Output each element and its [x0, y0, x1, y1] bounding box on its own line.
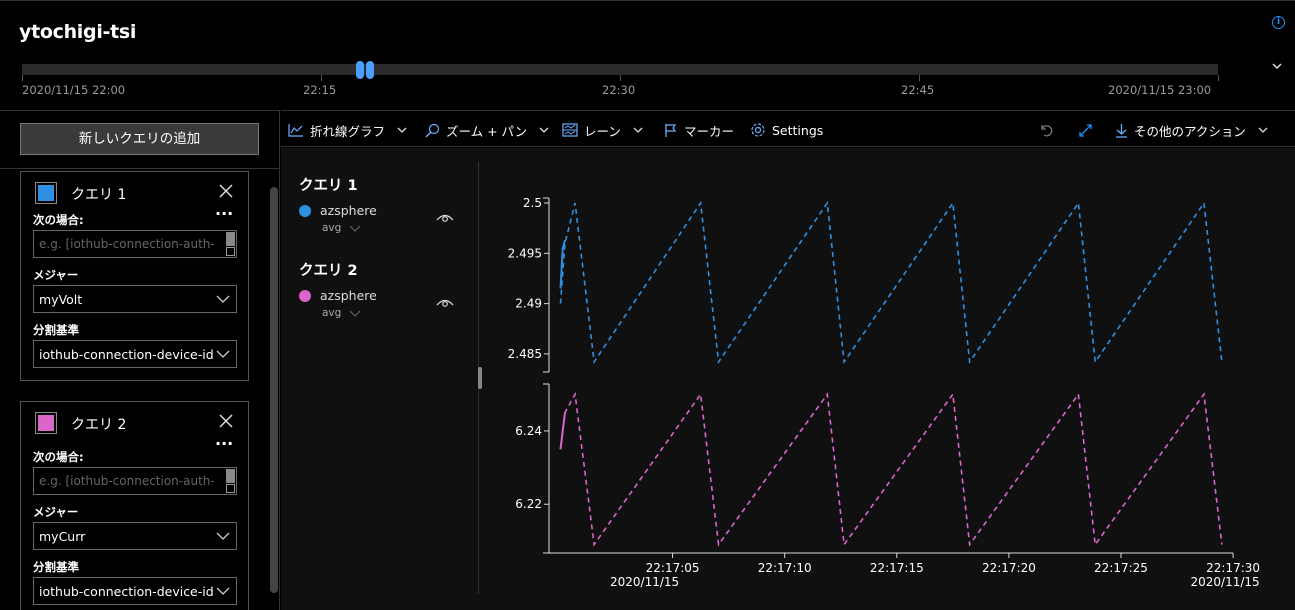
series-line-azsphere — [559, 391, 1223, 547]
split-by-select[interactable]: iothub-connection-device-id — [33, 577, 237, 605]
expand-icon — [1079, 123, 1092, 137]
query-panel-scrollbar[interactable] — [270, 187, 278, 593]
y-tick-label: 2.485 — [508, 347, 542, 361]
x-tick-label: 22:17:30 — [1206, 561, 1260, 575]
x-tick-label: 22:17:05 — [646, 561, 700, 575]
timeline-tick-label: 22:30 — [602, 83, 636, 97]
filter-label: 次の場合: — [33, 213, 84, 227]
filter-input[interactable]: e.g. [iothub-connection-auth- — [33, 230, 237, 258]
x-tick-label: 22:17:20 — [982, 561, 1036, 575]
split-by-label: 分割基準 — [33, 323, 79, 337]
chevron-down-icon — [1258, 127, 1268, 133]
measure-select[interactable]: myCurr — [33, 522, 237, 550]
timeline-tick-label: 2020/11/15 22:00 — [22, 83, 126, 97]
x-date-label: 2020/11/15 — [1191, 575, 1260, 589]
y-tick-label: 2.5 — [523, 196, 542, 210]
query-card-1: クエリ 1 ··· 次の場合: e.g. [iothub-connection-… — [20, 171, 249, 381]
timeline-tick-label: 22:45 — [901, 83, 935, 97]
measure-label: メジャー — [33, 505, 79, 519]
line-chart-icon — [288, 124, 303, 137]
flag-icon — [665, 123, 677, 137]
close-icon[interactable] — [219, 414, 233, 428]
zoom-pan-dropdown[interactable]: ズーム + パン — [425, 120, 549, 140]
chevron-down-icon — [216, 532, 230, 540]
query-title: クエリ 1 — [71, 187, 127, 203]
chevron-down-icon[interactable] — [1271, 60, 1283, 72]
lanes-dropdown[interactable]: レーン — [562, 120, 643, 140]
divider — [0, 168, 279, 169]
split-by-label: 分割基準 — [33, 560, 79, 574]
more-options-icon[interactable]: ··· — [215, 206, 233, 222]
undo-button[interactable] — [1038, 120, 1054, 140]
fullscreen-button[interactable] — [1078, 120, 1093, 140]
series-line-solid-segment — [559, 412, 566, 450]
more-actions-label: その他のアクション — [1134, 123, 1246, 139]
measure-label: メジャー — [33, 268, 79, 282]
download-icon — [1116, 123, 1127, 138]
chevron-down-icon — [633, 127, 643, 133]
chevron-down-icon — [539, 127, 549, 133]
timeline-tick — [321, 75, 322, 81]
x-tick-label: 22:17:10 — [758, 561, 812, 575]
marker-label: マーカー — [684, 123, 735, 139]
filter-input[interactable]: e.g. [iothub-connection-auth- — [33, 467, 237, 495]
filter-placeholder: e.g. [iothub-connection-auth- — [39, 237, 215, 251]
zoom-pan-label: ズーム + パン — [446, 123, 528, 139]
timeline-tick-label: 2020/11/15 23:00 — [1108, 83, 1212, 97]
chevron-down-icon — [216, 350, 230, 358]
environment-title: ytochigi-tsi — [19, 21, 137, 43]
series-line-azsphere — [559, 200, 1223, 365]
timeline-tick — [22, 75, 23, 81]
timeline-tick — [1218, 75, 1219, 81]
split-by-value: iothub-connection-device-id — [39, 347, 214, 362]
chevron-down-icon — [216, 295, 230, 303]
chevron-down-icon — [397, 127, 407, 133]
measure-value: myVolt — [39, 292, 83, 307]
y-tick-label: 6.24 — [515, 424, 542, 438]
timeline-brush-handle[interactable] — [356, 61, 376, 79]
split-by-value: iothub-connection-device-id — [39, 584, 214, 599]
x-tick-label: 22:17:25 — [1094, 561, 1148, 575]
lanes-label: レーン — [584, 123, 621, 139]
query-panel: 新しいクエリの追加 クエリ 1 ··· 次の場合: e.g. [iothub-c… — [0, 110, 280, 610]
undo-icon — [1041, 125, 1053, 137]
filter-label: 次の場合: — [33, 450, 84, 464]
y-tick-label: 2.495 — [508, 246, 542, 260]
more-actions-dropdown[interactable]: その他のアクション — [1115, 120, 1268, 140]
settings-label: Settings — [772, 122, 824, 138]
add-query-button[interactable]: 新しいクエリの追加 — [20, 123, 259, 155]
settings-button[interactable]: Settings — [750, 120, 823, 140]
chart-toolbar: 折れ線グラフ ズーム + パン レーン マーカー Settings その他のアク… — [281, 110, 1295, 147]
chart-type-label: 折れ線グラフ — [310, 123, 386, 139]
chevron-down-icon — [216, 587, 230, 595]
info-icon[interactable]: i — [1272, 16, 1285, 29]
availability-timeline[interactable] — [22, 64, 1218, 75]
y-tick-label: 6.22 — [515, 497, 542, 511]
split-by-select[interactable]: iothub-connection-device-id — [33, 340, 237, 368]
measure-select[interactable]: myVolt — [33, 285, 237, 313]
environment-header: ytochigi-tsi i 2020/11/15 22:00 22:15 22… — [0, 0, 1295, 110]
query-color-swatch[interactable] — [35, 412, 57, 434]
y-tick-label: 2.49 — [515, 297, 542, 311]
measure-value: myCurr — [39, 529, 86, 544]
more-options-icon[interactable]: ··· — [215, 436, 233, 452]
chart-type-dropdown[interactable]: 折れ線グラフ — [288, 120, 407, 140]
marker-button[interactable]: マーカー — [664, 120, 734, 140]
query-title: クエリ 2 — [71, 417, 127, 433]
search-icon — [425, 123, 440, 137]
timeline-tick — [620, 75, 621, 81]
filter-placeholder: e.g. [iothub-connection-auth- — [39, 474, 215, 488]
query-card-2: クエリ 2 ··· 次の場合: e.g. [iothub-connection-… — [20, 401, 249, 610]
lanes-icon — [562, 123, 578, 137]
chart-area: クエリ 1 azsphere avg クエリ 2 azsphere avg 2.… — [281, 148, 1295, 610]
query-color-swatch[interactable] — [35, 182, 57, 204]
gear-icon — [751, 123, 765, 137]
x-tick-label: 22:17:15 — [870, 561, 924, 575]
line-chart-plot[interactable]: 2.5 2.495 2.49 2.485 6.24 6.22 22:17:05 22:17:1… — [281, 148, 1295, 610]
timeline-tick — [919, 75, 920, 81]
x-date-label: 2020/11/15 — [610, 575, 679, 589]
close-icon[interactable] — [219, 184, 233, 198]
timeline-tick-label: 22:15 — [303, 83, 337, 97]
